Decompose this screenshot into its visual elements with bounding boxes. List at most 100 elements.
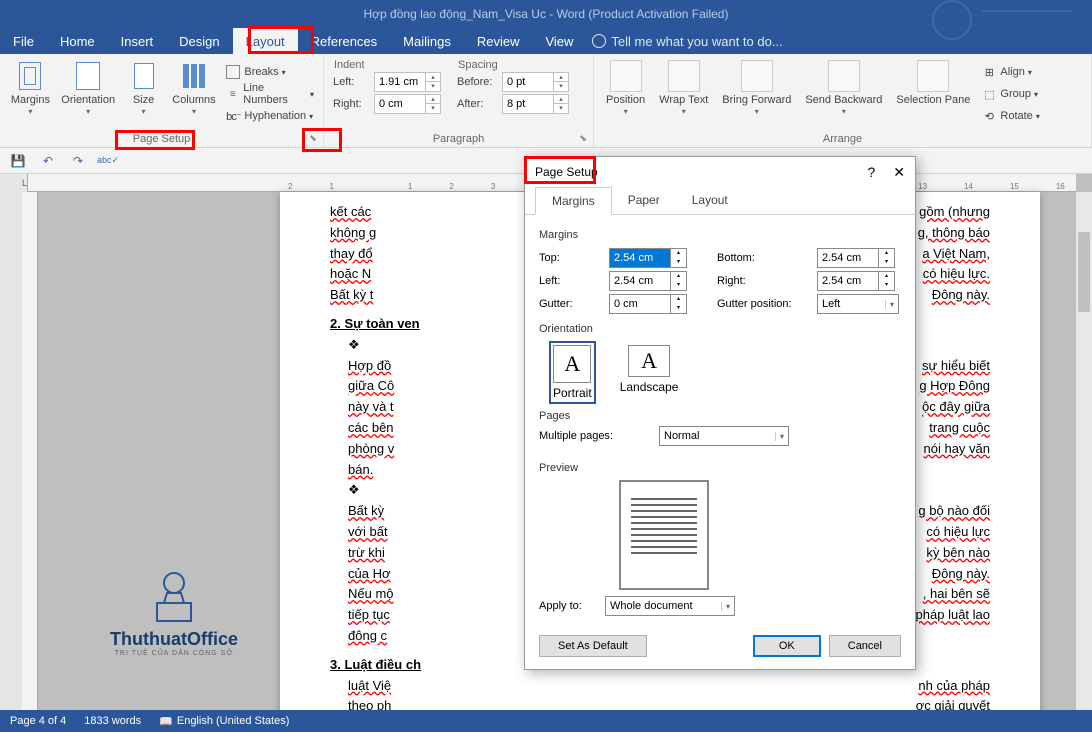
indent-left-label: Left: — [333, 76, 371, 88]
align-icon: ⊞ — [981, 64, 997, 80]
ok-button[interactable]: OK — [753, 635, 821, 657]
tab-insert[interactable]: Insert — [108, 28, 167, 54]
bottom-label: Bottom: — [717, 252, 807, 264]
orientation-section-label: Orientation — [539, 323, 901, 335]
scroll-thumb[interactable] — [1078, 232, 1090, 312]
dialog-tab-margins[interactable]: Margins — [535, 187, 612, 215]
page-setup-launcher[interactable]: ⬊ — [306, 131, 320, 145]
apply-to-select[interactable]: Whole document▾ — [605, 596, 735, 616]
book-icon: 📖 — [159, 715, 173, 728]
right-label: Right: — [717, 275, 807, 287]
tab-references[interactable]: References — [298, 28, 390, 54]
status-page[interactable]: Page 4 of 4 — [10, 715, 66, 727]
portrait-button[interactable]: A Portrait — [549, 341, 596, 404]
status-lang[interactable]: 📖English (United States) — [159, 715, 289, 728]
group-label-page-setup: Page Setup — [0, 133, 323, 145]
spacing-after-label: After: — [457, 98, 499, 110]
vertical-ruler[interactable] — [22, 192, 38, 710]
margins-section-label: Margins — [539, 229, 901, 241]
decor-line — [982, 10, 1072, 12]
preview-box — [619, 480, 709, 590]
tab-mailings[interactable]: Mailings — [390, 28, 464, 54]
dialog-close-button[interactable]: ✕ — [893, 164, 905, 181]
left-input[interactable]: ▴▾ — [609, 271, 687, 291]
cancel-button[interactable]: Cancel — [829, 635, 901, 657]
dialog-tab-paper[interactable]: Paper — [612, 187, 676, 214]
orientation-icon — [76, 62, 100, 90]
send-icon — [828, 60, 860, 92]
spacing-after-input[interactable]: ▴▾ — [502, 94, 569, 114]
landscape-button[interactable]: A Landscape — [616, 341, 683, 404]
group-label-arrange: Arrange — [594, 133, 1091, 145]
redo-icon[interactable]: ↷ — [68, 151, 88, 171]
left-label: Left: — [539, 275, 599, 287]
gutter-pos-select[interactable]: Left▾ — [817, 294, 899, 314]
gutter-input[interactable]: ▴▾ — [609, 294, 687, 314]
status-words[interactable]: 1833 words — [84, 715, 141, 727]
dialog-tab-layout[interactable]: Layout — [676, 187, 744, 214]
rotate-icon: ⟲ — [981, 108, 997, 124]
indent-label: Indent — [330, 59, 444, 71]
dialog-titlebar[interactable]: Page Setup ? ✕ — [525, 157, 915, 187]
breaks-button[interactable]: Breaks▾ — [222, 61, 317, 83]
position-icon — [610, 60, 642, 92]
line-numbers-button[interactable]: ≡ Line Numbers▾ — [222, 83, 317, 105]
indent-right-label: Right: — [333, 98, 371, 110]
hyphenation-button[interactable]: bc⁻ Hyphenation▾ — [222, 105, 317, 127]
bottom-input[interactable]: ▴▾ — [817, 248, 895, 268]
dialog-help-button[interactable]: ? — [867, 164, 875, 181]
save-icon[interactable]: 💾 — [8, 151, 28, 171]
dialog-tabs: Margins Paper Layout — [525, 187, 915, 215]
size-icon — [134, 63, 154, 89]
multiple-pages-select[interactable]: Normal▾ — [659, 426, 789, 446]
multiple-pages-label: Multiple pages: — [539, 430, 649, 442]
tab-layout[interactable]: Layout — [233, 28, 298, 54]
selection-icon — [917, 60, 949, 92]
vertical-scrollbar[interactable] — [1076, 192, 1092, 710]
breaks-icon — [226, 65, 240, 79]
hyphenation-icon: bc⁻ — [225, 108, 241, 124]
spellcheck-icon[interactable]: abc✓ — [98, 151, 118, 171]
tab-design[interactable]: Design — [166, 28, 232, 54]
group-paragraph: Indent Left: ▴▾ Right: ▴▾ Spacing Before… — [324, 54, 594, 147]
pages-section-label: Pages — [539, 410, 901, 422]
status-bar: Page 4 of 4 1833 words 📖English (United … — [0, 710, 1092, 732]
landscape-icon: A — [628, 345, 670, 377]
dialog-title-text: Page Setup — [535, 165, 598, 179]
decor-circle — [932, 0, 972, 40]
group-button[interactable]: ⬚Group▾ — [978, 83, 1042, 105]
tell-me-search[interactable]: Tell me what you want to do... — [592, 34, 782, 49]
ribbon-tabs: File Home Insert Design Layout Reference… — [0, 28, 1092, 54]
set-as-default-button[interactable]: Set As Default — [539, 635, 647, 657]
tab-home[interactable]: Home — [47, 28, 108, 54]
rotate-button[interactable]: ⟲Rotate▾ — [978, 105, 1042, 127]
right-input[interactable]: ▴▾ — [817, 271, 895, 291]
indent-right-input[interactable]: ▴▾ — [374, 94, 441, 114]
apply-to-label: Apply to: — [539, 600, 595, 612]
gutter-pos-label: Gutter position: — [717, 298, 807, 310]
bring-icon — [741, 60, 773, 92]
tell-me-label: Tell me what you want to do... — [611, 34, 782, 49]
tab-file[interactable]: File — [0, 28, 47, 54]
margins-icon — [19, 62, 41, 90]
gutter-label: Gutter: — [539, 298, 599, 310]
group-arrange: Position▾ Wrap Text▾ Bring Forward▾ Send… — [594, 54, 1092, 147]
tab-view[interactable]: View — [532, 28, 586, 54]
group-page-setup: Margins ▾ Orientation ▾ Size ▾ Columns ▾ — [0, 54, 324, 147]
nav-strip[interactable] — [0, 174, 22, 710]
undo-icon[interactable]: ↶ — [38, 151, 58, 171]
watermark-icon — [139, 565, 209, 625]
indent-left-input[interactable]: ▴▾ — [374, 72, 441, 92]
top-input[interactable]: ▴▾ — [609, 248, 687, 268]
watermark: ThuthuatOffice TRI TUỆ CỦA DÂN CÔNG SỞ — [110, 565, 238, 657]
line-numbers-icon: ≡ — [225, 86, 240, 102]
group-icon: ⬚ — [981, 86, 997, 102]
group-label-paragraph: Paragraph — [324, 133, 593, 145]
page-setup-dialog: Page Setup ? ✕ Margins Paper Layout Marg… — [524, 156, 916, 670]
top-label: Top: — [539, 252, 599, 264]
align-button[interactable]: ⊞Align▾ — [978, 61, 1042, 83]
paragraph-launcher[interactable]: ⬊ — [576, 131, 590, 145]
tab-review[interactable]: Review — [464, 28, 533, 54]
spacing-before-input[interactable]: ▴▾ — [502, 72, 569, 92]
window-title: Hợp đồng lao động_Nam_Visa Uc - Word (Pr… — [364, 7, 729, 21]
